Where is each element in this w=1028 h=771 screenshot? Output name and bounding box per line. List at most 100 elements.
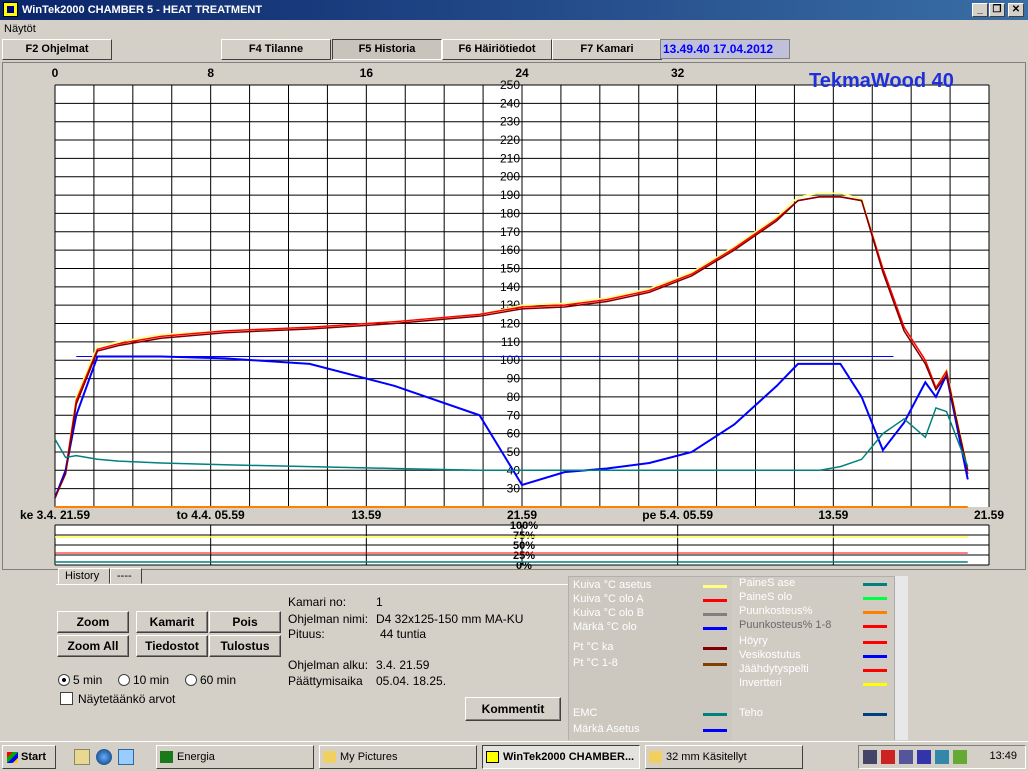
application-window: WinTek2000 CHAMBER 5 - HEAT TREATMENT _ …	[0, 0, 1028, 771]
tray-clock: 13:49	[989, 750, 1017, 762]
y-tick-label: 150	[500, 261, 520, 275]
tab-other[interactable]: ----	[110, 568, 142, 584]
quicklaunch-ie-icon[interactable]	[96, 749, 112, 765]
legend-label-left-3: Märkä °C olo	[573, 621, 637, 633]
y-tick-label: 170	[500, 225, 520, 239]
pois-button[interactable]: Pois	[209, 611, 281, 633]
top-hour-label: 16	[360, 66, 374, 80]
y-tick-label: 90	[507, 372, 521, 386]
excel-icon	[160, 751, 173, 763]
y-tick-label: 70	[507, 408, 521, 422]
radio-60-min-label: 60 min	[200, 673, 237, 687]
show-values-label: Näytetäänkö arvot	[78, 692, 176, 706]
restore-button[interactable]: ❐	[989, 3, 1005, 17]
show-values-checkbox[interactable]	[60, 692, 73, 705]
menu-item-naytot[interactable]: Näytöt	[4, 23, 36, 35]
tulostus-button[interactable]: Tulostus	[209, 635, 281, 657]
task-32mm[interactable]: 32 mm Käsitellyt	[645, 745, 803, 769]
history-chart[interactable]: 0 8 16 24 3225024023022021020019018017016015…	[3, 63, 1027, 572]
folder-icon	[323, 751, 336, 763]
radio-10-min-label: 10 min	[133, 673, 170, 687]
y-tick-label: 160	[500, 243, 520, 257]
close-button[interactable]: ✕	[1008, 3, 1024, 17]
legend-label-right-6: Jäähdytyspelti	[739, 663, 809, 675]
legend-label-right-8: Teho	[739, 707, 763, 719]
quicklaunch-explorer-icon[interactable]	[118, 749, 134, 765]
app-icon	[3, 2, 18, 17]
volume-icon[interactable]	[935, 750, 949, 764]
tray-app-icon[interactable]	[899, 750, 913, 764]
x-time-label: 21.59	[974, 508, 1004, 522]
legend-label-left-0: Kuiva °C asetus	[573, 579, 652, 591]
radio-60-min[interactable]	[185, 674, 197, 686]
kommentit-button[interactable]: Kommentit	[465, 697, 561, 721]
y-tick-label: 110	[501, 335, 520, 349]
y-tick-label: 80	[507, 390, 521, 404]
f6-hairiotiedot-button[interactable]: F6 Häiriötiedot	[442, 39, 552, 60]
series-legend: Kuiva °C asetus Kuiva °C olo A Kuiva °C ol…	[568, 576, 895, 741]
y-tick-label: 60	[507, 427, 521, 441]
y-tick-label: 140	[500, 280, 520, 294]
y-tick-label: 120	[500, 317, 520, 331]
f5-historia-button[interactable]: F5 Historia	[332, 39, 442, 60]
legend-swatch-left-5	[703, 663, 727, 666]
minimize-button[interactable]: _	[972, 3, 988, 17]
radio-5-min[interactable]	[58, 674, 70, 686]
radio-10-min[interactable]	[118, 674, 130, 686]
zoom-all-button[interactable]: Zoom All	[57, 635, 129, 657]
kamari-label: Kamari no:	[288, 595, 347, 609]
f7-kamari-button[interactable]: F7 Kamari	[552, 39, 662, 60]
window-title: WinTek2000 CHAMBER 5 - HEAT TREATMENT	[22, 4, 263, 16]
y-tick-label: 30	[507, 482, 521, 496]
history-chart-area[interactable]: 0 8 16 24 32 250 240 230 220 210 200 190 180 170 160 15…	[2, 62, 1027, 572]
tab-history[interactable]: History	[58, 568, 110, 584]
system-tray: 13:49	[858, 745, 1026, 769]
x-time-label: 13.59	[351, 508, 381, 522]
task-my-pictures-label: My Pictures	[340, 751, 398, 763]
task-my-pictures[interactable]: My Pictures	[319, 745, 477, 769]
task-energia[interactable]: Energia	[156, 745, 314, 769]
legend-swatch-right-3	[863, 625, 887, 628]
tiedostot-button[interactable]: Tiedostot	[136, 635, 208, 657]
y-tick-label: 240	[500, 96, 520, 110]
legend-label-right-7: Invertteri	[739, 677, 782, 689]
f4-tilanne-button[interactable]: F4 Tilanne	[221, 39, 331, 60]
tray-misc-icon[interactable]	[953, 750, 967, 764]
ati-icon[interactable]	[881, 750, 895, 764]
radio-5-min-label: 5 min	[73, 673, 103, 687]
task-energia-label: Energia	[177, 751, 215, 763]
f2-ohjelmat-button[interactable]: F2 Ohjelmat	[2, 39, 112, 60]
legend-swatch-right-2	[863, 611, 887, 614]
y-tick-label: 50	[507, 445, 521, 459]
legend-label-right-1: PaineS olo	[739, 591, 793, 603]
legend-label-left-6: EMC	[573, 707, 598, 719]
top-hour-label: 32	[671, 66, 685, 80]
legend-label-right-3: Puunkosteus% 1-8	[739, 619, 832, 631]
legend-label-left-4: Pt °C ka	[573, 641, 614, 653]
legend-scrollbar[interactable]	[894, 576, 908, 740]
taskbar: Start Energia My Pictures WinTek2000 CHA…	[0, 741, 1028, 771]
legend-swatch-right-6	[863, 669, 887, 672]
legend-swatch-left-2	[703, 613, 727, 616]
task-wintek[interactable]: WinTek2000 CHAMBER...	[482, 745, 640, 769]
duration-value: 44 tuntia	[380, 627, 427, 641]
quicklaunch-desktop-icon[interactable]	[74, 749, 90, 765]
legend-swatch-left-4	[703, 647, 727, 650]
legend-swatch-right-1	[863, 597, 887, 600]
top-hour-label: 8	[207, 66, 214, 80]
wintek-icon	[486, 751, 499, 763]
title-bar[interactable]: WinTek2000 CHAMBER 5 - HEAT TREATMENT _ …	[0, 0, 1028, 20]
shield-icon[interactable]	[917, 750, 931, 764]
brand-title: TekmaWood 40	[809, 70, 954, 92]
zoom-button[interactable]: Zoom	[57, 611, 129, 633]
duration-label: Pituus:	[288, 627, 325, 641]
network-icon[interactable]	[863, 750, 877, 764]
legend-label-right-0: PaineS ase	[739, 577, 796, 589]
legend-swatch-right-8	[863, 713, 887, 716]
start-button[interactable]: Start	[2, 745, 56, 769]
legend-swatch-right-4	[863, 641, 887, 644]
x-time-label: pe 5.4. 05.59	[642, 508, 713, 522]
y-tick-label: 250	[500, 78, 520, 92]
end-time-value: 05.04. 18.25.	[376, 674, 447, 688]
kamarit-button[interactable]: Kamarit	[136, 611, 208, 633]
